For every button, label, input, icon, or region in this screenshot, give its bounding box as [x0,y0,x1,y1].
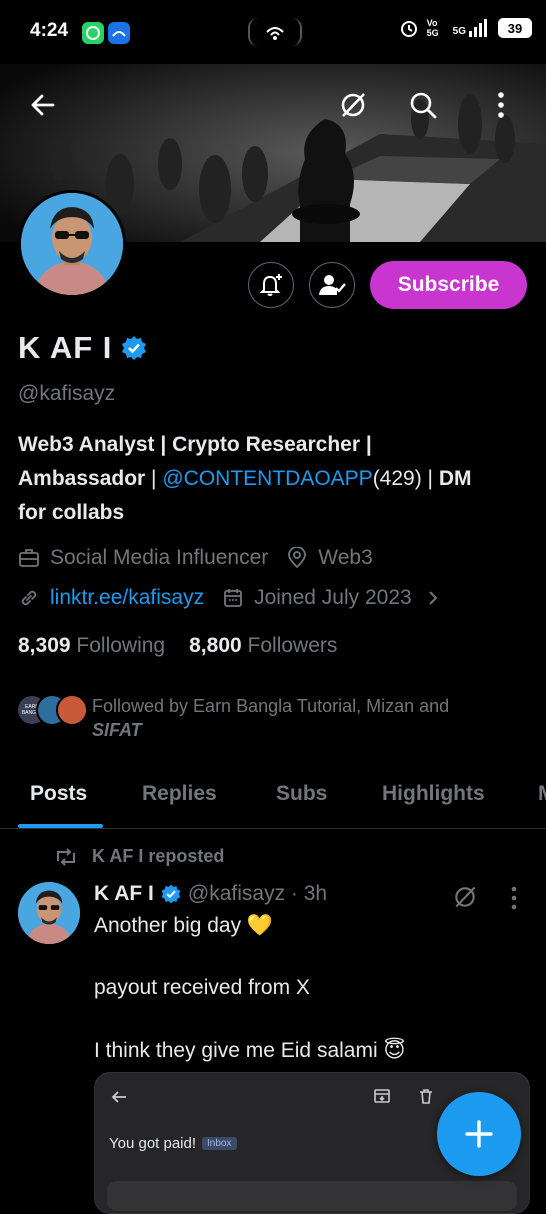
profile-meta-row-1: Social Media Influencer Web3 [18,546,373,570]
more-vertical-icon [511,886,517,910]
following-stat[interactable]: 8,309 Following [18,634,165,658]
notifications-button[interactable] [248,262,294,308]
display-name-row: K AF I [18,330,148,366]
tab-highlights[interactable]: Highlights [382,782,485,806]
profile-joined: Joined July 2023 [254,586,412,609]
profile-location: Web3 [318,546,373,569]
archive-icon [374,1089,390,1103]
followed-by-text[interactable]: Followed by Earn Bangla Tutorial, Mizan … [92,694,532,742]
mini-avatar-3 [56,694,88,726]
bio-separator: | [145,467,163,490]
verified-badge-icon[interactable] [120,334,148,362]
grok-icon [455,886,476,908]
post-grok-button[interactable] [452,884,478,910]
more-vertical-icon [498,92,504,118]
profile-website-link[interactable]: linktr.ee/kafisayz [50,586,204,610]
profile-handle: @kafisayz [18,382,116,405]
location-pin-icon [288,547,307,569]
back-button[interactable] [20,82,66,128]
trash-icon [420,1089,432,1104]
alarm-icon [399,18,419,38]
search-icon [410,92,437,119]
followers-count: 8,800 [189,634,242,657]
bell-plus-icon [259,274,282,296]
signal-label: 5G [452,26,466,37]
media-text: You got paid! [109,1135,197,1152]
tab-posts[interactable]: Posts [30,782,87,806]
post-text-line-3: I think they give me Eid salami 😇 [94,1039,406,1062]
following-count: 8,309 [18,634,71,657]
post-author-avatar[interactable] [18,882,80,944]
post-more-button[interactable] [510,886,518,910]
display-name: K AF I [18,330,113,365]
post-text-line-2: payout received from X [94,976,310,999]
post-author-name[interactable]: K AF I [94,882,154,906]
profile-stats: 8,309 Following 8,800 Followers [18,634,337,658]
plus-icon [465,1120,493,1148]
verified-badge-icon [161,884,181,904]
bio-mention-link[interactable]: @CONTENTDAOAPP [162,467,372,490]
post-text-line-1: Another big day 💛 [94,914,274,937]
media-bottom-bar [107,1181,517,1211]
tab-media[interactable]: M [538,782,546,806]
link-icon [21,590,37,606]
notification-app-icon [108,22,130,44]
followed-by-line-2: SIFAT [92,720,142,740]
following-check-icon [319,275,346,295]
media-back-arrow-icon [111,1091,126,1103]
briefcase-icon [19,549,39,567]
network-type: Vo 5G [426,18,439,38]
bio-ambassador: Ambassador [18,467,146,490]
reposted-by-text[interactable]: K AF I reposted [92,846,224,867]
status-bar: 4:24 Vo 5G 5G 39 [0,0,546,64]
subscribe-button[interactable]: Subscribe [370,261,527,309]
active-tab-indicator [18,824,103,828]
profile-tabs: Posts Replies Subs Highlights M [0,770,546,829]
calendar-icon [224,589,242,607]
media-content: You got paid! Inbox [109,1135,237,1152]
grok-button[interactable] [330,82,376,128]
chevron-right-icon[interactable] [422,587,444,609]
bio-mention-count: (429) | [372,467,439,490]
whatsapp-icon [82,22,104,44]
profile-bio: Web3 Analyst | Crypto Researcher | Ambas… [18,428,528,530]
followers-label: Followers [247,634,338,657]
media-inbox-tag: Inbox [202,1137,237,1150]
battery-indicator: 39 [498,18,532,38]
grok-icon [341,93,365,117]
compose-post-button[interactable] [437,1092,521,1176]
followed-by-avatars[interactable]: EARN BANGLA [16,694,88,726]
back-arrow-icon [31,94,55,116]
post-header: K AF I @kafisayz · 3h [94,882,327,906]
repost-indicator: K AF I reposted [54,846,224,867]
avatar-image [21,193,123,295]
bio-line-1: Web3 Analyst | Crypto Researcher | [18,433,372,456]
followers-stat[interactable]: 8,800 Followers [189,634,337,658]
repost-icon [57,847,75,866]
profile-category: Social Media Influencer [50,546,269,569]
tab-subs[interactable]: Subs [276,782,327,806]
tab-replies[interactable]: Replies [142,782,217,806]
hotspot-icon [248,18,302,46]
status-time: 4:24 [30,20,69,41]
following-button[interactable] [309,262,355,308]
following-label: Following [76,634,166,657]
signal-icon: 5G [453,19,490,37]
profile-avatar[interactable] [18,190,126,298]
bio-dm: DM [438,467,472,490]
status-right: Vo 5G 5G 39 [399,18,532,38]
bio-line-3: for collabs [18,501,125,524]
post-handle-time: @kafisayz · 3h [187,882,328,905]
profile-meta-row-2: linktr.ee/kafisayz Joined July 2023 [18,586,444,610]
search-button[interactable] [400,82,446,128]
more-options-button[interactable] [478,82,524,128]
followed-by-line-1: Followed by Earn Bangla Tutorial, Mizan … [92,696,450,716]
